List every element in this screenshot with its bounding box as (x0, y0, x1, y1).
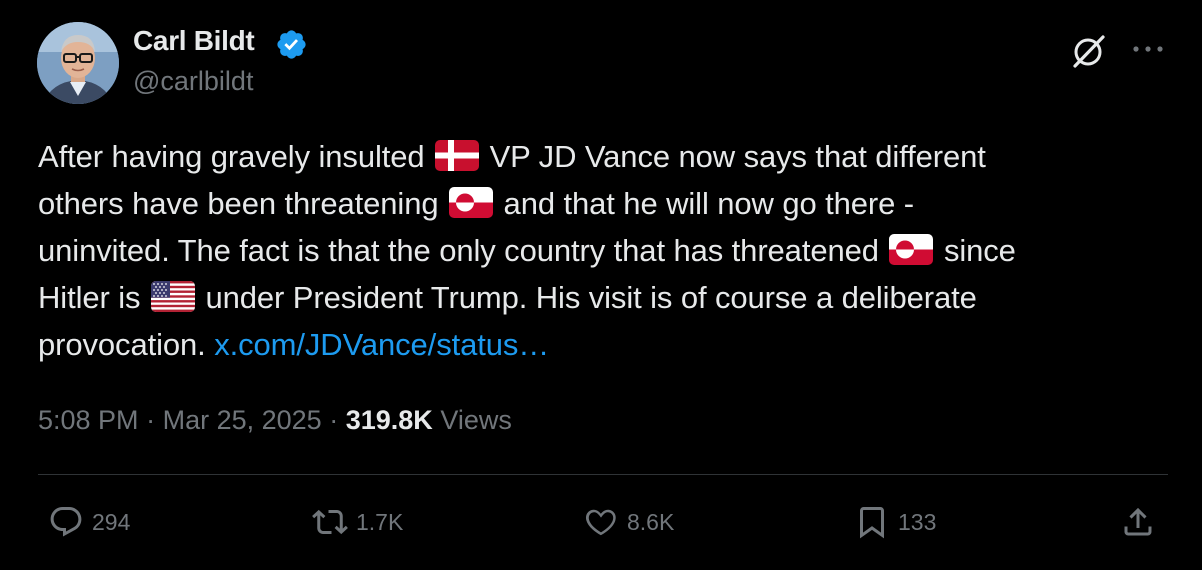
tweet-line: provocation. x.com/JDVance/status… (38, 321, 1178, 368)
meta-separator: · (329, 405, 339, 435)
views-label[interactable]: Views (440, 405, 512, 435)
avatar[interactable] (37, 22, 119, 104)
repost-icon (312, 509, 348, 535)
greenland-flag-icon (449, 187, 494, 218)
us-flag-icon (150, 281, 195, 312)
bookmark-icon (860, 507, 884, 539)
bookmark-button[interactable]: 133 (854, 502, 936, 542)
tweet-text-segment: uninvited. The fact is that the only cou… (38, 233, 879, 268)
tweet-text-segment: and that he will now go there - (503, 186, 915, 221)
verified-badge-icon[interactable] (275, 28, 308, 61)
tweet-line: After having gravely insulted VP JD Vanc… (38, 133, 1178, 180)
like-button[interactable]: 8.6K (583, 502, 674, 542)
heart-icon (585, 509, 616, 536)
greenland-flag-icon (889, 234, 934, 265)
like-count: 8.6K (627, 509, 675, 535)
reply-icon (50, 507, 82, 537)
meta-separator: · (146, 405, 156, 435)
tweet-line: uninvited. The fact is that the only cou… (38, 227, 1178, 274)
tweet-text: After having gravely insulted VP JD Vanc… (38, 133, 1178, 368)
reply-button[interactable]: 294 (48, 502, 130, 542)
share-button[interactable] (1120, 502, 1156, 542)
tweet-text-segment: under President Trump. His visit is of c… (205, 280, 977, 315)
tweet-time[interactable]: 5:08 PM (38, 405, 139, 435)
denmark-flag-icon (435, 140, 480, 171)
display-name[interactable]: Carl Bildt (133, 23, 255, 59)
tweet-text-segment: provocation. (38, 327, 206, 362)
share-icon (1124, 507, 1152, 536)
more-icon[interactable] (1130, 36, 1166, 62)
tweet-text-segment: Hitler is (38, 280, 141, 315)
bookmark-count: 133 (898, 509, 937, 535)
tweet-line: others have been threatening and that he… (38, 180, 1178, 227)
tweet-link[interactable]: x.com/JDVance/status… (214, 327, 549, 362)
repost-count: 1.7K (356, 509, 404, 535)
tweet-text-segment: others have been threatening (38, 186, 439, 221)
tweet-meta: 5:08 PM · Mar 25, 2025 · 319.8K Views (38, 402, 512, 438)
tweet-text-segment: VP JD Vance now says that different (489, 139, 986, 174)
tweet-text-segment: After having gravely insulted (38, 139, 425, 174)
views-count[interactable]: 319.8K (346, 405, 433, 435)
repost-button[interactable]: 1.7K (312, 502, 403, 542)
tweet-text-segment: since (943, 233, 1016, 268)
reply-count: 294 (92, 509, 131, 535)
author-handle[interactable]: @carlbildt (133, 64, 253, 98)
grok-icon[interactable] (1069, 31, 1109, 71)
avatar-photo (37, 22, 119, 104)
tweet-line: Hitler is under President Trump. His vis… (38, 274, 1178, 321)
tweet-date[interactable]: Mar 25, 2025 (163, 405, 322, 435)
divider (38, 474, 1168, 475)
